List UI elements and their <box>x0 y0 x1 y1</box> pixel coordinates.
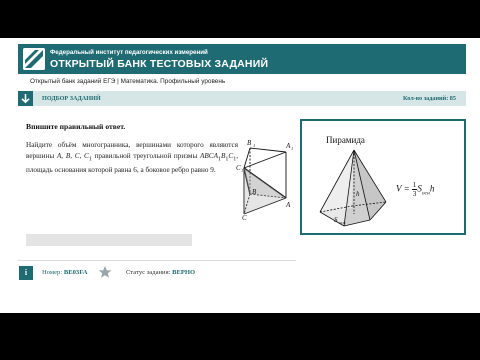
label-b1: B <box>247 139 252 147</box>
info-button[interactable]: i <box>19 266 33 280</box>
task-prompt: Впишите правильный ответ. <box>26 122 126 131</box>
task-number: Номер: BE03FA <box>42 269 88 276</box>
task-status-value: ВЕРНО <box>172 269 196 276</box>
task-selection-bar: ПОДБОР ЗАДАНИЙ Кол-во заданий: 85 <box>18 91 466 106</box>
arrow-down-icon <box>21 94 30 104</box>
task-status: Статус задания: ВЕРНО <box>126 269 196 276</box>
base-label: S <box>334 216 338 224</box>
volume-formula: V = 1 3 Sоснh <box>396 181 435 198</box>
label-a: A <box>285 201 291 209</box>
reference-title: Пирамида <box>326 135 365 145</box>
svg-text:1: 1 <box>253 143 255 148</box>
task-number-value: BE03FA <box>63 269 88 276</box>
base-label-sub: осн <box>339 220 346 225</box>
selection-bar-label[interactable]: ПОДБОР ЗАДАНИЙ <box>42 95 101 102</box>
breadcrumb[interactable]: Открытый банк заданий ЕГЭ | Математика. … <box>30 78 225 85</box>
answer-input[interactable] <box>26 234 192 246</box>
task-text: Найдите объём многогранника, вершинами к… <box>26 141 238 174</box>
height-label: h <box>356 190 360 198</box>
prism-figure: B1 A1 C1 B A C <box>236 139 293 220</box>
divider <box>18 260 296 261</box>
svg-text:1: 1 <box>291 146 293 151</box>
label-b: B <box>252 188 257 196</box>
task-count: Кол-во заданий: 85 <box>403 94 456 102</box>
reference-card: Пирамида h S осн V = 1 3 Sоснh <box>300 119 466 235</box>
selection-toggle-button[interactable] <box>18 91 33 106</box>
page: Федеральный институт педагогических изме… <box>0 38 480 313</box>
site-header: Федеральный институт педагогических изме… <box>18 44 466 74</box>
pyramid-figure: h S осн <box>319 149 387 227</box>
header-subtitle: Федеральный институт педагогических изме… <box>50 49 208 56</box>
task-prism-name: ABCA <box>200 151 218 160</box>
task-vertices: A, B, C, C <box>56 151 89 160</box>
fipi-logo-icon <box>23 48 45 70</box>
header-title[interactable]: ОТКРЫТЫЙ БАНК ТЕСТОВЫХ ЗАДАНИЙ <box>50 58 268 70</box>
label-c: C <box>242 214 247 220</box>
svg-text:1: 1 <box>241 168 243 173</box>
favorite-star-icon[interactable] <box>98 265 112 279</box>
